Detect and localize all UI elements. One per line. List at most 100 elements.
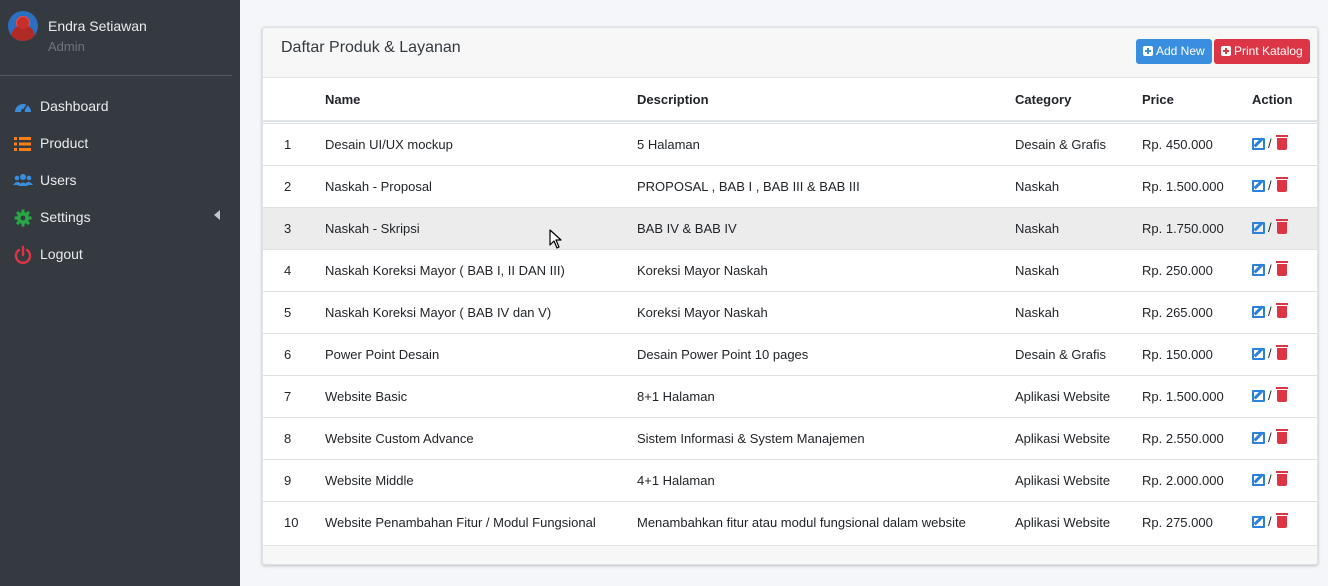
product-category: Desain & Grafis bbox=[1015, 347, 1107, 362]
card-header: Daftar Produk & Layanan Add New Print Ka… bbox=[263, 28, 1317, 78]
edit-icon[interactable] bbox=[1252, 516, 1265, 528]
product-description: Koreksi Mayor Naskah bbox=[637, 305, 768, 320]
column-header-price[interactable]: Price bbox=[1142, 92, 1174, 107]
sidebar-divider bbox=[0, 75, 232, 76]
trash-icon[interactable] bbox=[1276, 219, 1288, 234]
table-row[interactable]: 5 Naskah Koreksi Mayor ( BAB IV dan V) Kor… bbox=[263, 291, 1317, 333]
row-number: 1 bbox=[284, 137, 292, 152]
column-header-category[interactable]: Category bbox=[1015, 92, 1071, 107]
product-description: BAB IV & BAB IV bbox=[637, 221, 737, 236]
product-name: Desain UI/UX mockup bbox=[325, 137, 453, 152]
row-actions: / bbox=[1252, 345, 1292, 361]
product-description: PROPOSAL , BAB I , BAB III & BAB III bbox=[637, 179, 860, 194]
row-actions: / bbox=[1252, 513, 1292, 529]
mouse-cursor-icon bbox=[549, 229, 562, 249]
sidebar: Endra Setiawan Admin Dashboard Product U… bbox=[0, 0, 240, 586]
edit-icon[interactable] bbox=[1252, 348, 1265, 360]
table-row[interactable]: 10 Website Penambahan Fitur / Modul Fungs… bbox=[263, 501, 1317, 543]
column-header-name[interactable]: Name bbox=[325, 92, 360, 107]
product-price: Rp. 250.000 bbox=[1142, 263, 1213, 278]
row-number: 4 bbox=[284, 263, 292, 278]
product-description: Koreksi Mayor Naskah bbox=[637, 263, 768, 278]
product-description: Menambahkan fitur atau modul fungsional … bbox=[637, 515, 966, 530]
sidebar-item-dashboard[interactable]: Dashboard bbox=[0, 88, 240, 125]
product-description: 4+1 Halaman bbox=[637, 473, 715, 488]
edit-icon[interactable] bbox=[1252, 432, 1265, 444]
edit-icon[interactable] bbox=[1252, 474, 1265, 486]
row-actions: / bbox=[1252, 177, 1292, 193]
row-actions: / bbox=[1252, 135, 1292, 151]
product-category: Naskah bbox=[1015, 305, 1060, 320]
trash-icon[interactable] bbox=[1276, 345, 1288, 360]
product-price: Rp. 275.000 bbox=[1142, 515, 1213, 530]
add-new-button[interactable]: Add New bbox=[1136, 39, 1212, 64]
product-category: Naskah bbox=[1015, 263, 1060, 278]
action-separator: / bbox=[1268, 178, 1272, 193]
sidebar-item-label: Users bbox=[40, 172, 77, 188]
user-role: Admin bbox=[48, 39, 85, 54]
row-number: 6 bbox=[284, 347, 292, 362]
action-separator: / bbox=[1268, 346, 1272, 361]
user-panel[interactable]: Endra Setiawan Admin bbox=[0, 0, 240, 76]
trash-icon[interactable] bbox=[1276, 387, 1288, 402]
row-actions: / bbox=[1252, 261, 1292, 277]
plus-square-icon bbox=[1221, 46, 1231, 56]
table-row[interactable]: 4 Naskah Koreksi Mayor ( BAB I, II DAN II… bbox=[263, 249, 1317, 291]
trash-icon[interactable] bbox=[1276, 261, 1288, 276]
trash-icon[interactable] bbox=[1276, 471, 1288, 486]
add-new-label: Add New bbox=[1156, 44, 1205, 58]
table-header: Name Description Category Price Action bbox=[263, 78, 1317, 122]
row-actions: / bbox=[1252, 387, 1292, 403]
product-price: Rp. 265.000 bbox=[1142, 305, 1213, 320]
edit-icon[interactable] bbox=[1252, 390, 1265, 402]
product-name: Website Basic bbox=[325, 389, 408, 404]
row-number: 5 bbox=[284, 305, 292, 320]
trash-icon[interactable] bbox=[1276, 303, 1288, 318]
product-name: Website Middle bbox=[325, 473, 414, 488]
sidebar-item-label: Product bbox=[40, 135, 89, 151]
trash-icon[interactable] bbox=[1276, 513, 1288, 528]
edit-icon[interactable] bbox=[1252, 306, 1265, 318]
table-row[interactable]: 8 Website Custom Advance Sistem Informasi … bbox=[263, 417, 1317, 459]
table-row[interactable]: 2 Naskah - Proposal PROPOSAL , BAB I , BAB… bbox=[263, 165, 1317, 207]
action-separator: / bbox=[1268, 514, 1272, 529]
chevron-left-icon[interactable] bbox=[214, 210, 220, 220]
product-name: Power Point Desain bbox=[325, 347, 440, 362]
product-card: Daftar Produk & Layanan Add New Print Ka… bbox=[262, 27, 1318, 565]
trash-icon[interactable] bbox=[1276, 429, 1288, 444]
trash-icon[interactable] bbox=[1276, 177, 1288, 192]
product-description: 8+1 Halaman bbox=[637, 389, 715, 404]
product-price: Rp. 150.000 bbox=[1142, 347, 1213, 362]
column-header-description[interactable]: Description bbox=[637, 92, 709, 107]
trash-icon[interactable] bbox=[1276, 135, 1288, 150]
table-row[interactable]: 1 Desain UI/UX mockup 5 Halaman Desain & Gr… bbox=[263, 123, 1317, 165]
table-row[interactable]: 9 Website Middle 4+1 Halaman Aplikasi Websi… bbox=[263, 459, 1317, 501]
table-row[interactable]: 3 Naskah - Skripsi BAB IV & BAB IV Naskah Rp… bbox=[263, 207, 1317, 249]
table-row[interactable]: 7 Website Basic 8+1 Halaman Aplikasi Websit… bbox=[263, 375, 1317, 417]
sidebar-item-logout[interactable]: Logout bbox=[0, 236, 240, 273]
print-katalog-button[interactable]: Print Katalog bbox=[1214, 39, 1310, 64]
print-katalog-label: Print Katalog bbox=[1234, 44, 1303, 58]
sidebar-item-settings[interactable]: Settings bbox=[0, 199, 240, 236]
table-row[interactable]: 6 Power Point Desain Desain Power Point 10… bbox=[263, 333, 1317, 375]
row-actions: / bbox=[1252, 303, 1292, 319]
product-name: Naskah - Proposal bbox=[325, 179, 432, 194]
edit-icon[interactable] bbox=[1252, 222, 1265, 234]
row-number: 3 bbox=[284, 221, 292, 236]
page-title: Daftar Produk & Layanan bbox=[281, 39, 461, 56]
product-price: Rp. 1.500.000 bbox=[1142, 389, 1224, 404]
avatar[interactable] bbox=[8, 11, 38, 41]
product-name: Website Penambahan Fitur / Modul Fungsio… bbox=[325, 515, 596, 530]
power-icon bbox=[14, 245, 32, 264]
edit-icon[interactable] bbox=[1252, 180, 1265, 192]
edit-icon[interactable] bbox=[1252, 264, 1265, 276]
sidebar-item-product[interactable]: Product bbox=[0, 125, 240, 162]
product-name: Naskah Koreksi Mayor ( BAB I, II DAN III… bbox=[325, 263, 565, 278]
product-name: Website Custom Advance bbox=[325, 431, 474, 446]
product-category: Desain & Grafis bbox=[1015, 137, 1107, 152]
product-category: Aplikasi Website bbox=[1015, 431, 1111, 446]
edit-icon[interactable] bbox=[1252, 138, 1265, 150]
product-description: Sistem Informasi & System Manajemen bbox=[637, 431, 865, 446]
sidebar-item-users[interactable]: Users bbox=[0, 162, 240, 199]
product-price: Rp. 2.550.000 bbox=[1142, 431, 1224, 446]
